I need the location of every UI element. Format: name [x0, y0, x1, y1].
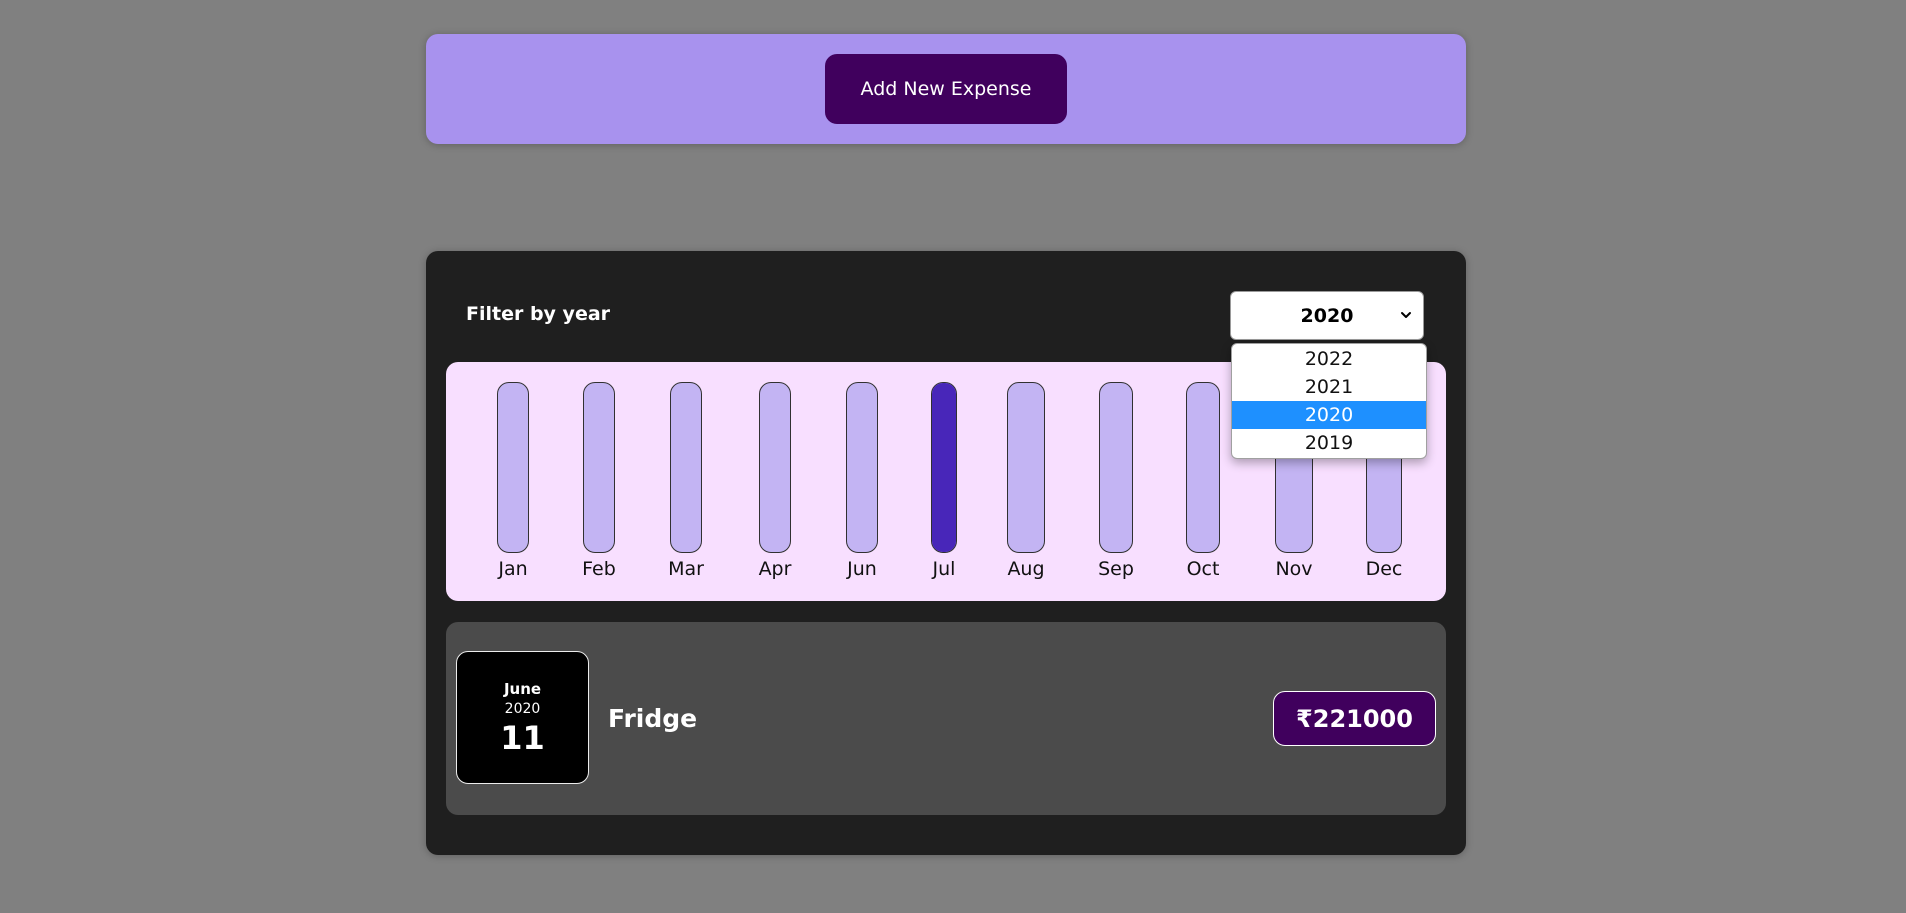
- chart-bar-track: [759, 382, 791, 553]
- expense-title: Fridge: [608, 704, 698, 733]
- chart-bar-label: Oct: [1186, 558, 1220, 580]
- year-dropdown-list: 2022 2021 2020 2019: [1231, 343, 1427, 459]
- expense-date-day: 11: [500, 718, 545, 757]
- chart-bar: Mar: [666, 362, 706, 580]
- chart-bar-track: [846, 382, 878, 553]
- chart-bar-label: Jun: [847, 558, 877, 580]
- filter-by-year-label: Filter by year: [466, 303, 611, 325]
- chevron-down-icon: [1401, 312, 1411, 318]
- year-option[interactable]: 2022: [1232, 345, 1426, 373]
- expense-item: June 2020 11 Fridge ₹221000: [446, 622, 1446, 815]
- chart-bar-label: Nov: [1275, 558, 1313, 580]
- chart-bar: Oct: [1183, 362, 1223, 580]
- chart-bar-label: Mar: [668, 558, 704, 580]
- chart-bar: Aug: [1004, 362, 1048, 580]
- chart-bar: Sep: [1096, 362, 1136, 580]
- add-new-expense-button[interactable]: Add New Expense: [825, 54, 1067, 124]
- year-option[interactable]: 2021: [1232, 373, 1426, 401]
- chart-bar-label: Apr: [758, 558, 792, 580]
- expenses-card: Filter by year 2020 Jan Feb Mar Apr Jun: [426, 251, 1466, 855]
- chart-bar-label: Jul: [932, 558, 956, 580]
- chart-bar-track: [670, 382, 702, 553]
- chart-bar: Feb: [579, 362, 619, 580]
- year-select[interactable]: 2020: [1230, 291, 1424, 340]
- chart-bar-track: [1186, 382, 1220, 553]
- chart-bar-label: Aug: [1007, 558, 1045, 580]
- chart-bar: Jan: [493, 362, 533, 580]
- chart-bar-track: [1007, 382, 1045, 553]
- year-option-selected[interactable]: 2020: [1232, 401, 1426, 429]
- expense-date-year: 2020: [504, 700, 541, 717]
- chart-bar-track: [1099, 382, 1133, 553]
- chart-bar-label: Jan: [498, 558, 528, 580]
- year-option[interactable]: 2019: [1232, 429, 1426, 457]
- chart-bar-track: [583, 382, 615, 553]
- expense-date: June 2020 11: [456, 651, 589, 784]
- chart-bar-fill: [932, 383, 956, 552]
- expense-price: ₹221000: [1273, 691, 1436, 746]
- chart-bar-label: Feb: [582, 558, 616, 580]
- year-select-value: 2020: [1300, 304, 1354, 327]
- chart-bar: Jun: [842, 362, 882, 580]
- chart-bar: Jul: [924, 362, 964, 580]
- chart-bar: Apr: [755, 362, 795, 580]
- chart-bar-label: Sep: [1098, 558, 1134, 580]
- new-expense-panel: Add New Expense: [426, 34, 1466, 144]
- chart-bar-label: Dec: [1365, 558, 1403, 580]
- chart-bar-track: [497, 382, 529, 553]
- chart-bar-track: [931, 382, 957, 553]
- expense-date-month: June: [503, 679, 542, 698]
